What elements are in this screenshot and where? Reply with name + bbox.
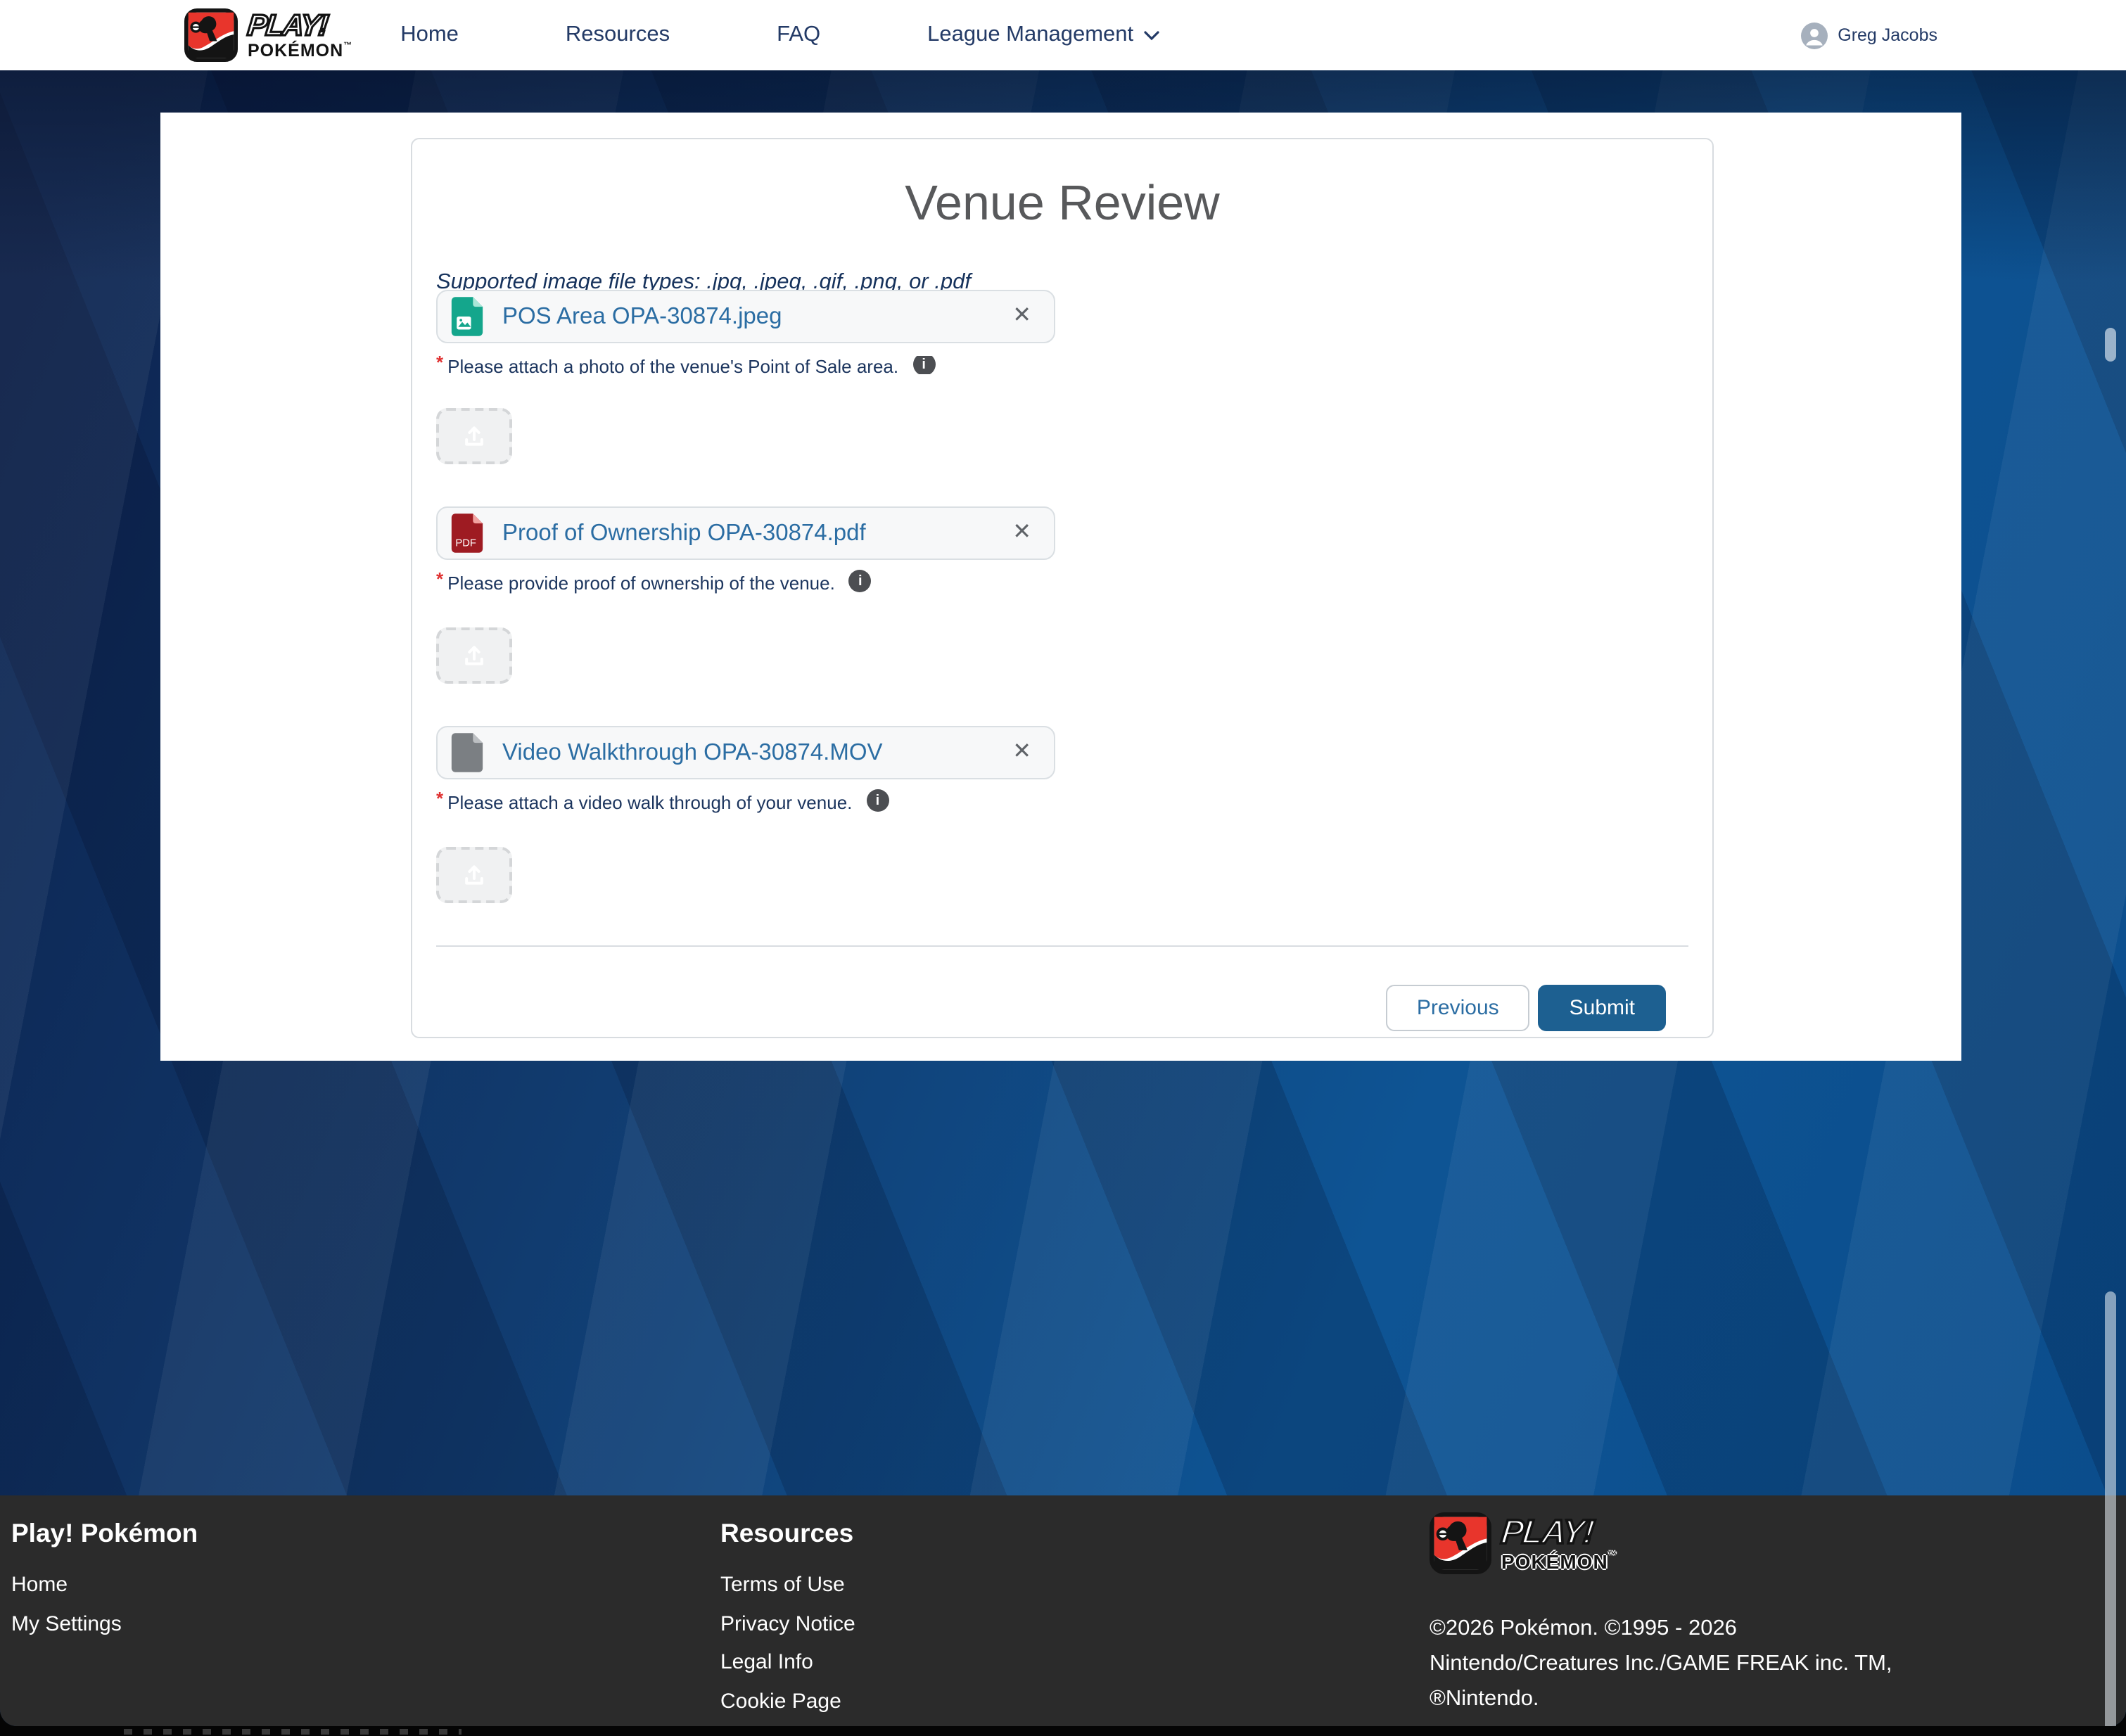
file-attachment-pos-area: POS Area OPA-30874.jpeg ✕: [436, 290, 1055, 343]
info-icon[interactable]: i: [866, 789, 889, 812]
app-window: PLAY! POKÉMON™ Home Resources FAQ League…: [0, 0, 2126, 1726]
footer-column-legal: PLAY! POKÉMON™ ©2026 Pokémon. ©1995 - 20…: [1430, 1510, 1892, 1716]
page: PLAY! POKÉMON™ Home Resources FAQ League…: [0, 0, 2126, 1736]
footer-brand-wordmark: PLAY! POKÉMON™: [1501, 1516, 1617, 1571]
footer-link-my-settings[interactable]: My Settings: [11, 1611, 198, 1635]
file-link-video[interactable]: Video Walkthrough OPA-30874.MOV: [502, 739, 1012, 766]
previous-button[interactable]: Previous: [1386, 985, 1530, 1031]
submit-button[interactable]: Submit: [1539, 985, 1666, 1031]
required-asterisk: *: [436, 568, 443, 589]
hint-pos-area: * Please attach a photo of the venue's P…: [436, 356, 1688, 374]
brand-pokemon-text: POKÉMON™: [1501, 1551, 1617, 1571]
svg-text:PDF: PDF: [455, 537, 476, 549]
background-window-sliver: [124, 1729, 462, 1735]
user-menu[interactable]: Greg Jacobs: [1801, 0, 1937, 70]
hint-ownership: * Please provide proof of ownership of t…: [436, 573, 1688, 594]
content-panel: Venue Review Supported image file types:…: [160, 113, 1961, 1061]
required-asterisk: *: [436, 788, 443, 809]
brand-pokemon-text: POKÉMON™: [248, 42, 352, 60]
file-attachment-ownership: PDF Proof of Ownership OPA-30874.pdf ✕: [436, 506, 1055, 560]
info-icon[interactable]: i: [849, 570, 872, 592]
inner-scrollbar-thumb[interactable]: [2105, 328, 2116, 362]
footer-heading: Resources: [720, 1518, 873, 1549]
image-file-icon: [450, 295, 484, 338]
nav-links: Home Resources FAQ League Management: [400, 23, 1159, 48]
footer-brand-logo: PLAY! POKÉMON™: [1430, 1512, 1892, 1574]
required-asterisk: *: [436, 356, 443, 373]
form-divider: [436, 945, 1688, 947]
file-link-ownership[interactable]: Proof of Ownership OPA-30874.pdf: [502, 520, 1012, 547]
generic-file-icon: [450, 732, 484, 774]
info-icon[interactable]: i: [912, 356, 935, 374]
brand-wordmark: PLAY! POKÉMON™: [248, 11, 352, 60]
upload-icon: [460, 861, 488, 889]
user-name: Greg Jacobs: [1838, 25, 1937, 45]
brand-logo[interactable]: PLAY! POKÉMON™: [184, 8, 352, 62]
upload-dropzone-ownership[interactable]: [436, 627, 512, 684]
file-link-pos-area[interactable]: POS Area OPA-30874.jpeg: [502, 303, 1012, 330]
nav-item-faq[interactable]: FAQ: [777, 23, 820, 48]
chevron-down-icon: [1143, 30, 1159, 40]
remove-file-video-icon[interactable]: ✕: [1012, 741, 1031, 764]
upload-icon: [460, 422, 488, 450]
top-nav: PLAY! POKÉMON™ Home Resources FAQ League…: [0, 0, 2126, 70]
nav-item-home[interactable]: Home: [400, 23, 459, 48]
play-pokemon-badge-icon: [184, 8, 238, 62]
page-scrollbar-thumb[interactable]: [2105, 1291, 2116, 1726]
brand-play-text: PLAY!: [1499, 1516, 1619, 1550]
page-title: Venue Review: [436, 176, 1688, 232]
footer-link-cookie-page[interactable]: Cookie Page: [720, 1689, 873, 1713]
footer-link-privacy-notice[interactable]: Privacy Notice: [720, 1611, 873, 1635]
remove-file-pos-area-icon[interactable]: ✕: [1012, 305, 1031, 328]
brand-play-text: PLAY!: [246, 11, 355, 41]
footer: Play! Pokémon Home My Settings Resources…: [0, 1495, 2126, 1726]
footer-link-home[interactable]: Home: [11, 1573, 198, 1597]
upload-dropzone-pos-area[interactable]: [436, 408, 512, 464]
venue-review-card: Venue Review Supported image file types:…: [411, 138, 1714, 1038]
hint-video: * Please attach a video walk through of …: [436, 792, 1688, 813]
footer-heading: Play! Pokémon: [11, 1518, 198, 1549]
remove-file-ownership-icon[interactable]: ✕: [1012, 522, 1031, 544]
form-actions: Previous Submit: [436, 985, 1688, 1031]
upload-icon: [460, 642, 488, 670]
file-attachment-video: Video Walkthrough OPA-30874.MOV ✕: [436, 726, 1055, 779]
footer-link-terms-of-use[interactable]: Terms of Use: [720, 1573, 873, 1597]
nav-item-league-management[interactable]: League Management: [927, 23, 1159, 48]
footer-link-legal-info[interactable]: Legal Info: [720, 1650, 873, 1674]
footer-column-play-pokemon: Play! Pokémon Home My Settings: [11, 1510, 198, 1650]
footer-column-resources: Resources Terms of Use Privacy Notice Le…: [720, 1510, 873, 1726]
play-pokemon-badge-icon: [1430, 1512, 1491, 1574]
pdf-file-icon: PDF: [450, 512, 484, 554]
avatar-icon: [1801, 22, 1828, 49]
copyright-text: ©2026 Pokémon. ©1995 - 2026 Nintendo/Cre…: [1430, 1611, 1892, 1716]
nav-item-resources[interactable]: Resources: [566, 23, 670, 48]
upload-dropzone-video[interactable]: [436, 847, 512, 903]
